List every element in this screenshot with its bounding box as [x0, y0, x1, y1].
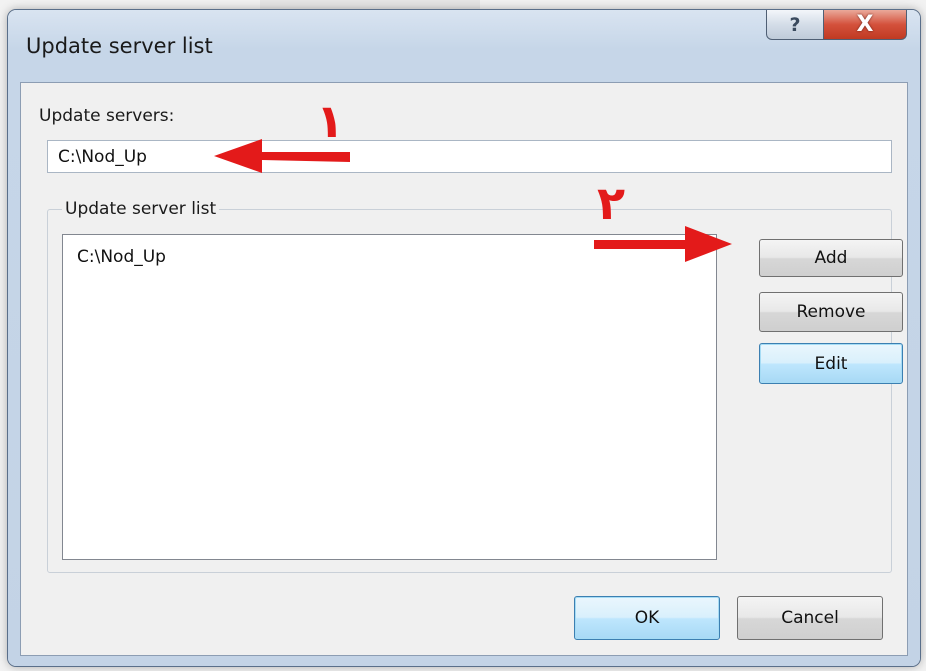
dialog-title: Update server list: [26, 34, 213, 58]
group-legend: Update server list: [62, 199, 220, 219]
cancel-button[interactable]: Cancel: [737, 596, 883, 640]
edit-button[interactable]: Edit: [759, 343, 903, 384]
add-button[interactable]: Add: [759, 239, 903, 277]
update-server-list-dialog: Update server list ? X Update servers: U…: [8, 10, 920, 666]
help-icon: ?: [789, 13, 801, 36]
update-servers-label: Update servers:: [39, 106, 175, 126]
dialog-client-area: Update servers: Update server list C:\No…: [20, 82, 908, 656]
update-server-list-group: Update server list C:\Nod_Up Add Remove …: [47, 199, 903, 573]
ok-button[interactable]: OK: [574, 596, 720, 640]
update-servers-input[interactable]: [47, 140, 892, 173]
help-button[interactable]: ?: [766, 10, 824, 40]
server-list-box[interactable]: C:\Nod_Up: [62, 234, 717, 560]
close-button[interactable]: X: [823, 10, 907, 40]
remove-button[interactable]: Remove: [759, 292, 903, 332]
close-icon: X: [856, 12, 874, 37]
list-item[interactable]: C:\Nod_Up: [77, 247, 166, 267]
title-bar[interactable]: Update server list ? X: [8, 10, 920, 72]
